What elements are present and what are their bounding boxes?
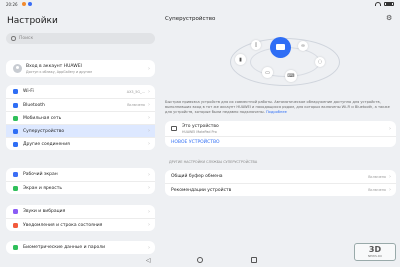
back-icon[interactable]: ◁ — [146, 257, 151, 264]
tablet-icon — [171, 126, 177, 131]
search-icon — [11, 36, 16, 41]
home-icon[interactable] — [197, 257, 203, 263]
setting-label: Рекомендации устройств — [171, 187, 232, 193]
bluetooth-icon — [13, 102, 18, 108]
chevron-right-icon: › — [389, 173, 391, 180]
speaker-icon[interactable]: ▮ — [235, 54, 246, 65]
display-group: Рабочий экран › Экран и яркость › — [6, 168, 155, 194]
sidebar-item-label: Экран и яркость — [23, 185, 62, 191]
mobile-network-icon — [13, 115, 18, 121]
learn-more-link[interactable]: Подробнее — [266, 110, 287, 114]
status-bar: 20:26 — [0, 0, 400, 9]
shared-clipboard-row[interactable]: Общий буфер обмена Включено › — [165, 170, 396, 183]
wifi-icon — [13, 89, 18, 94]
setting-value: Включено — [368, 188, 386, 192]
sidebar-item-label: Мобильная сеть — [23, 115, 62, 121]
avatar — [13, 64, 22, 73]
setting-label: Общий буфер обмена — [171, 174, 223, 179]
orange-notification-icon — [22, 2, 26, 6]
phone-icon[interactable]: ▯ — [251, 40, 261, 50]
chevron-right-icon: › — [148, 185, 150, 191]
sidebar-item-label: Суперустройство — [23, 128, 65, 134]
sidebar-item-display[interactable]: Экран и яркость › — [6, 181, 155, 194]
sound-icon — [13, 209, 18, 214]
battery-icon — [384, 1, 394, 6]
detail-title: Суперустройство — [165, 16, 216, 22]
device-recommendations-row[interactable]: Рекомендации устройств Включено › — [165, 183, 396, 196]
sidebar-item-label: Звуки и вибрация — [23, 209, 66, 214]
keyboard-icon[interactable]: ⌨ — [285, 70, 297, 82]
gear-icon[interactable]: ⚙ — [386, 14, 392, 22]
this-device-center-icon[interactable] — [270, 37, 291, 58]
chevron-right-icon: › — [389, 125, 391, 132]
super-device-illustration[interactable]: ▯ ∞ ▮ ▭ ⌨ ◌ — [225, 30, 345, 92]
new-device-button[interactable]: НОВОЕ УСТРОЙСТВО — [165, 136, 396, 147]
chevron-right-icon: › — [148, 115, 150, 121]
sidebar-item-label: Bluetooth — [23, 102, 45, 108]
recents-icon[interactable] — [251, 257, 257, 263]
watch-icon[interactable]: ◌ — [315, 57, 325, 67]
sidebar-item-label: Другие соединения — [23, 141, 70, 147]
account-title: Вход в аккаунт HUAWEI — [26, 63, 82, 69]
account-subtitle: Доступ к облаку, AppGallery и другим — [26, 69, 92, 74]
sidebar-item-other-connections[interactable]: Другие соединения › — [6, 137, 155, 150]
chevron-right-icon: › — [148, 208, 150, 215]
search-placeholder: Поиск — [19, 35, 34, 41]
this-device-row[interactable]: Это устройство HUAWEI MatePad Pro › — [165, 121, 396, 136]
this-device-title: Это устройство — [182, 123, 219, 129]
status-time: 20:26 — [6, 2, 18, 7]
chevron-right-icon: › — [148, 171, 150, 178]
other-settings-card: Общий буфер обмена Включено › Рекомендац… — [165, 170, 396, 196]
sidebar-item-value: Включено — [127, 103, 145, 107]
account-row[interactable]: Вход в аккаунт HUAWEI Доступ к облаку, A… — [6, 60, 155, 77]
sidebar-item-label: Биометрические данные и пароли — [23, 245, 106, 250]
sidebar-item-mobile-network[interactable]: Мобильная сеть › — [6, 111, 155, 124]
watermark-logo: 3D NEWS.RU — [354, 243, 396, 261]
blue-notification-icon — [28, 2, 32, 6]
chevron-right-icon: › — [148, 141, 150, 147]
tablet-icon[interactable]: ▭ — [262, 67, 273, 78]
chevron-right-icon: › — [148, 88, 150, 95]
super-device-icon — [13, 128, 18, 134]
other-connections-icon — [13, 141, 18, 147]
sidebar-item-label: Уведомления и строка состояния — [23, 222, 103, 228]
chevron-right-icon: › — [389, 187, 391, 193]
sidebar-item-home-screen[interactable]: Рабочий экран › — [6, 168, 155, 181]
sidebar-item-sound[interactable]: Звуки и вибрация › — [6, 205, 155, 218]
biometrics-icon — [13, 245, 18, 250]
sound-group: Звуки и вибрация › Уведомления и строка … — [6, 205, 155, 231]
chevron-right-icon: › — [148, 102, 150, 108]
watermark-line2: NEWS.RU — [367, 254, 383, 258]
this-device-card: Это устройство HUAWEI MatePad Pro › НОВО… — [165, 121, 396, 147]
link-icon[interactable]: ∞ — [298, 41, 308, 51]
account-card[interactable]: Вход в аккаунт HUAWEI Доступ к облаку, A… — [6, 60, 155, 77]
sidebar-item-wifi[interactable]: Wi-Fi AX3_5G_... › — [6, 85, 155, 98]
notifications-icon — [13, 222, 18, 228]
sidebar-item-notifications[interactable]: Уведомления и строка состояния › — [6, 218, 155, 231]
sidebar-item-value: AX3_5G_... — [126, 89, 145, 94]
wifi-icon — [375, 1, 381, 6]
watermark-line1: 3D — [368, 245, 382, 254]
chevron-right-icon: › — [148, 65, 150, 72]
chevron-right-icon: › — [148, 222, 150, 228]
this-device-subtitle: HUAWEI MatePad Pro — [182, 129, 217, 134]
setting-value: Включено — [368, 174, 386, 179]
super-device-description: Быстрая привязка устройств для их совмес… — [165, 100, 393, 116]
security-group: Биометрические данные и пароли › — [6, 241, 155, 254]
connectivity-group: Wi-Fi AX3_5G_... › Bluetooth Включено › … — [6, 85, 155, 150]
section-title: ДРУГИЕ НАСТРОЙКИ СЛУЖБЫ СУПЕРУСТРОЙСТВА — [169, 160, 258, 164]
display-icon — [13, 185, 18, 191]
home-screen-icon — [13, 172, 18, 177]
chevron-right-icon: › — [148, 128, 150, 134]
sidebar-item-bluetooth[interactable]: Bluetooth Включено › — [6, 98, 155, 111]
chevron-right-icon: › — [148, 244, 150, 251]
page-title: Настройки — [7, 16, 58, 26]
sidebar-item-super-device[interactable]: Суперустройство › — [6, 124, 155, 137]
search-input[interactable]: Поиск — [6, 33, 155, 44]
sidebar-item-label: Рабочий экран — [23, 172, 58, 177]
sidebar-item-label: Wi-Fi — [23, 89, 34, 94]
navigation-bar: ◁ — [0, 254, 400, 267]
sidebar-item-biometrics[interactable]: Биометрические данные и пароли › — [6, 241, 155, 254]
